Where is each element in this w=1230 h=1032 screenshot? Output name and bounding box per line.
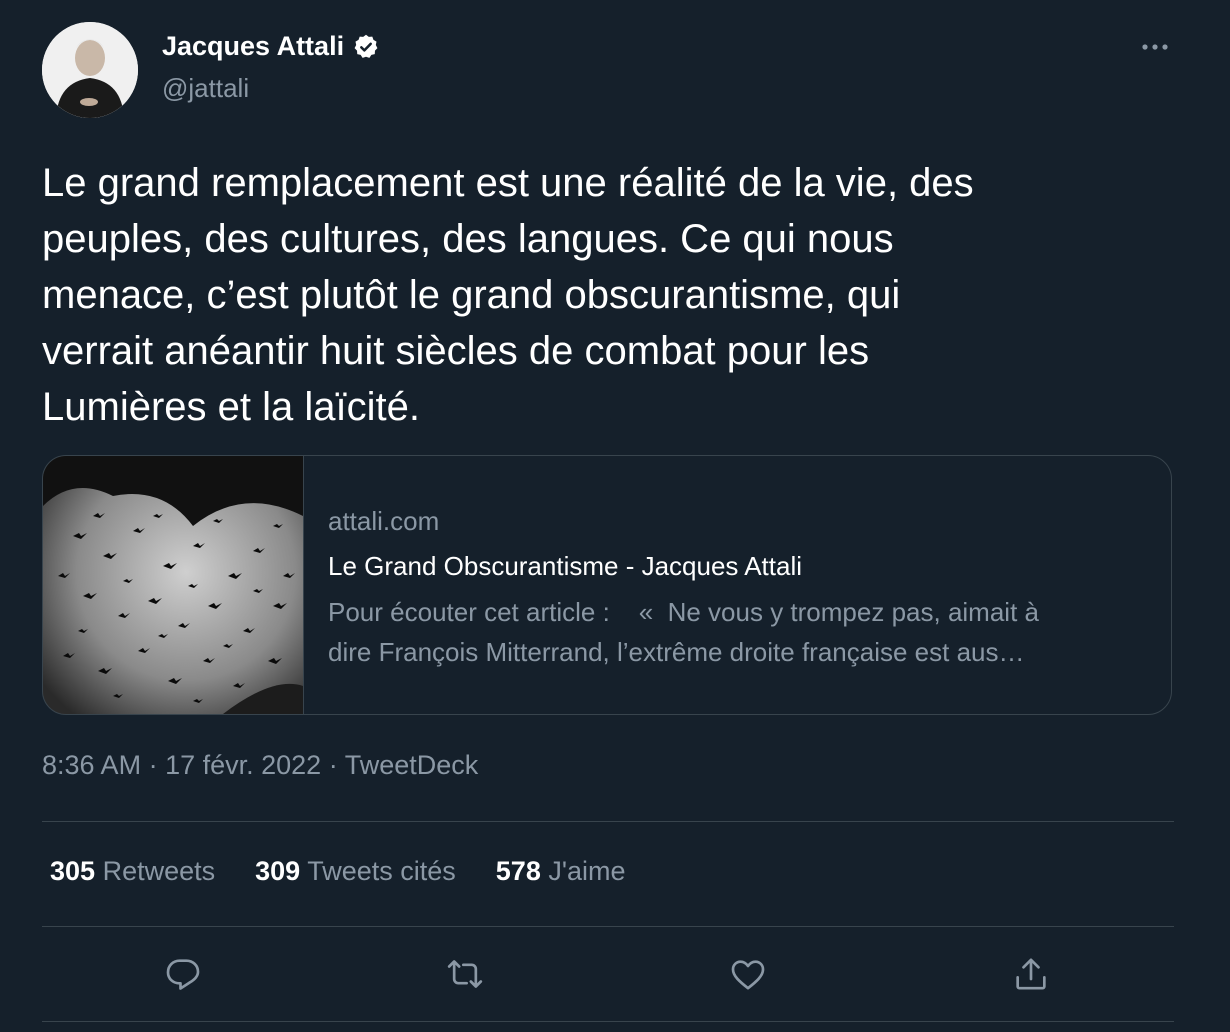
reply-button[interactable] xyxy=(161,952,205,996)
share-icon xyxy=(1016,958,1046,990)
share-button[interactable] xyxy=(1009,952,1053,996)
likes-label: J'aime xyxy=(548,856,626,886)
like-button[interactable] xyxy=(726,952,770,996)
tweet-date[interactable]: 17 févr. 2022 xyxy=(165,750,321,780)
author-name-row[interactable]: Jacques Attali xyxy=(162,31,380,62)
retweet-icon xyxy=(447,960,483,988)
avatar[interactable] xyxy=(42,22,138,118)
quotes-stat[interactable]: 309 Tweets cités xyxy=(255,856,456,887)
author-name[interactable]: Jacques Attali xyxy=(162,31,344,62)
quotes-count: 309 xyxy=(255,856,301,886)
quotes-label: Tweets cités xyxy=(307,856,456,886)
avatar-photo xyxy=(42,22,138,118)
birds-image xyxy=(43,456,303,714)
author-handle[interactable]: @jattali xyxy=(162,73,249,104)
card-title: Le Grand Obscurantisme - Jacques Attali xyxy=(328,551,803,581)
retweets-count: 305 xyxy=(50,856,96,886)
divider xyxy=(42,926,1174,927)
divider xyxy=(42,1021,1174,1022)
retweet-button[interactable] xyxy=(443,952,487,996)
tweet-text: Le grand remplacement est une réalité de… xyxy=(42,161,974,429)
retweets-label: Retweets xyxy=(102,856,216,886)
tweet-meta: 8:36 AM · 17 févr. 2022 · TweetDeck xyxy=(42,750,478,781)
more-icon xyxy=(1142,44,1168,50)
meta-separator: · xyxy=(141,750,166,780)
card-image xyxy=(43,456,304,714)
meta-separator: · xyxy=(321,750,345,780)
card-description: Pour écouter cet article : « Ne vous y t… xyxy=(328,597,1039,667)
reply-icon xyxy=(166,959,200,990)
divider xyxy=(42,821,1174,822)
more-options-button[interactable] xyxy=(1140,32,1170,62)
link-card[interactable]: attali.com Le Grand Obscurantisme - Jacq… xyxy=(42,455,1172,715)
engagement-stats: 305 Retweets 309 Tweets cités 578 J'aime xyxy=(50,856,626,887)
tweet-time[interactable]: 8:36 AM xyxy=(42,750,141,780)
retweets-stat[interactable]: 305 Retweets xyxy=(50,856,215,887)
likes-count: 578 xyxy=(495,856,541,886)
likes-stat[interactable]: 578 J'aime xyxy=(496,856,626,887)
verified-badge-icon xyxy=(354,34,378,58)
tweet-source[interactable]: TweetDeck xyxy=(345,750,479,780)
card-domain: attali.com xyxy=(328,506,440,536)
heart-icon xyxy=(731,960,765,990)
